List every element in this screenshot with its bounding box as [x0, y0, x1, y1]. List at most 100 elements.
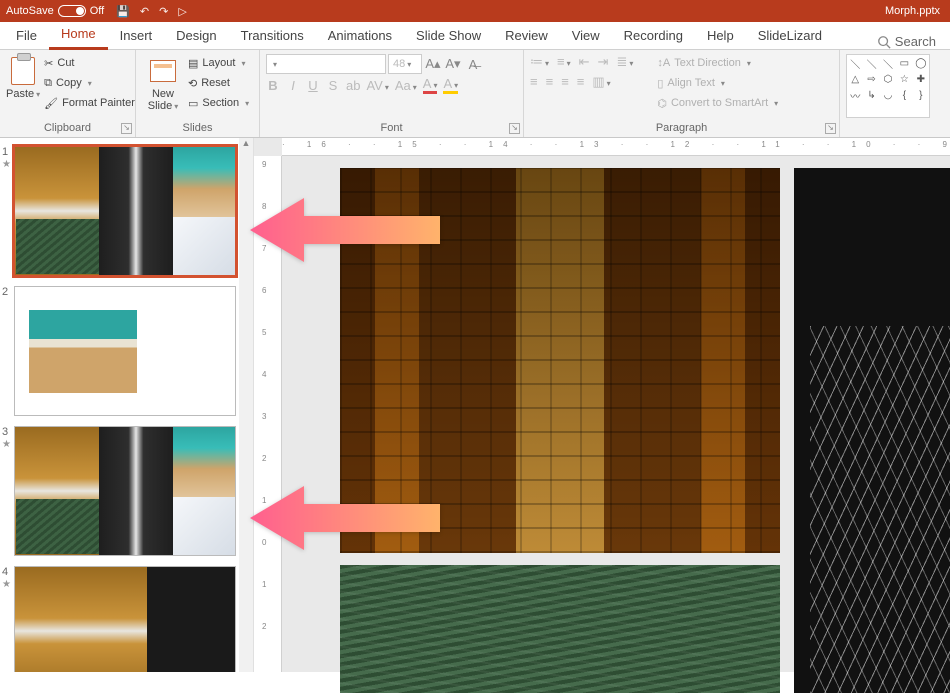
align-right-button[interactable]: ≡ [561, 74, 569, 90]
tab-animations[interactable]: Animations [316, 24, 404, 49]
strikethrough-button[interactable]: S [326, 78, 340, 93]
char-spacing-button[interactable]: AV [366, 78, 388, 93]
thumbnail-number: 1 [2, 146, 8, 158]
change-case-button[interactable]: Aa [395, 78, 417, 93]
layout-icon: ▤ [188, 57, 198, 70]
thumb-image [16, 219, 99, 274]
tab-slidelizard[interactable]: SlideLizard [746, 24, 834, 49]
shape-line2-icon[interactable]: ＼ [867, 56, 877, 71]
paragraph-launcher-icon[interactable]: ↘ [825, 123, 836, 134]
highlight-button[interactable]: A [443, 76, 458, 94]
decrease-indent-button[interactable]: ⇤ [579, 54, 590, 70]
increase-font-icon[interactable]: A▴ [424, 55, 442, 73]
shape-line-icon[interactable]: ＼ [850, 56, 860, 71]
group-paragraph-label: Paragraph [530, 120, 833, 137]
slide-thumbnail-panel[interactable]: ▲ 1 ★ 2 SlideLizard 3 [0, 138, 254, 672]
shape-brace2-icon[interactable]: } [919, 90, 922, 101]
slide-image-lines[interactable] [794, 168, 950, 693]
search-box[interactable]: Search [877, 34, 946, 49]
shape-curve-icon[interactable]: 〰 [850, 88, 860, 103]
vertical-ruler[interactable]: 987654321012 [254, 156, 282, 672]
shape-brace-icon[interactable]: { [903, 90, 906, 101]
start-from-beginning-icon[interactable]: ▷ [178, 5, 186, 18]
underline-button[interactable]: U [306, 78, 320, 93]
shape-plus-icon[interactable]: ✚ [917, 74, 925, 85]
bullets-button[interactable]: ≔ [530, 54, 549, 70]
justify-button[interactable]: ≡ [577, 74, 585, 90]
shape-hex-icon[interactable]: ⬡ [884, 74, 893, 85]
autosave-toggle[interactable]: AutoSave Off [6, 5, 104, 17]
align-center-button[interactable]: ≡ [546, 74, 554, 90]
reset-button[interactable]: ⟲Reset [188, 74, 249, 92]
shape-connector-icon[interactable]: ↳ [867, 90, 875, 101]
redo-icon[interactable]: ↷ [159, 5, 168, 18]
tab-transitions[interactable]: Transitions [229, 24, 316, 49]
tab-slideshow[interactable]: Slide Show [404, 24, 493, 49]
horizontal-ruler[interactable]: · 16 · · 15 · · 14 · · 13 · · 12 · · 11 … [282, 138, 950, 156]
font-launcher-icon[interactable]: ↘ [509, 123, 520, 134]
text-direction-button[interactable]: ↕AText Direction [657, 54, 778, 72]
undo-icon[interactable]: ↶ [140, 5, 149, 18]
ruler-tick: 1 [262, 496, 266, 505]
slide-image-building[interactable] [340, 168, 780, 553]
slide-edit-area[interactable]: · 16 · · 15 · · 14 · · 13 · · 12 · · 11 … [254, 138, 950, 672]
thumbnail-slide-3[interactable]: 3 ★ [14, 426, 247, 556]
tab-recording[interactable]: Recording [612, 24, 695, 49]
columns-button[interactable]: ▥ [592, 74, 610, 90]
paste-button[interactable]: Paste [6, 54, 40, 100]
line-spacing-button[interactable]: ≣ [616, 54, 633, 70]
cut-button[interactable]: ✂Cut [44, 54, 135, 72]
tab-home[interactable]: Home [49, 22, 108, 50]
font-color-button[interactable]: A [423, 76, 438, 94]
tab-design[interactable]: Design [164, 24, 228, 49]
copy-button[interactable]: ⧉Copy [44, 74, 135, 92]
shadow-button[interactable]: ab [346, 78, 360, 93]
tab-help[interactable]: Help [695, 24, 746, 49]
tab-file[interactable]: File [4, 24, 49, 49]
tab-view[interactable]: View [560, 24, 612, 49]
autosave-state: Off [90, 5, 104, 17]
layout-button[interactable]: ▤Layout [188, 54, 249, 72]
shape-triangle-icon[interactable]: △ [851, 74, 859, 85]
thumbnail-slide-4[interactable]: 4 ★ [14, 566, 247, 672]
shape-rect-icon[interactable]: ▭ [900, 58, 909, 69]
smartart-icon: ⌬ [657, 97, 667, 110]
shapes-gallery[interactable]: ＼ ＼ ＼ ▭ ◯ △ ⇨ ⬡ ☆ ✚ 〰 ↳ ◡ { } [846, 54, 930, 118]
slide-canvas[interactable] [304, 168, 950, 672]
shape-line3-icon[interactable]: ＼ [883, 56, 893, 71]
ruler-tick: 8 [262, 202, 266, 211]
thumb-image [99, 147, 174, 275]
shape-arc-icon[interactable]: ◡ [884, 90, 893, 101]
section-button[interactable]: ▭Section [188, 94, 249, 112]
group-drawing: ＼ ＼ ＼ ▭ ◯ △ ⇨ ⬡ ☆ ✚ 〰 ↳ ◡ { } [840, 50, 950, 137]
align-text-button[interactable]: ▯Align Text [657, 74, 778, 92]
shape-oval-icon[interactable]: ◯ [915, 58, 926, 69]
thumbnail-slide-1[interactable]: 1 ★ [14, 146, 247, 276]
tab-insert[interactable]: Insert [108, 24, 165, 49]
font-size-combo[interactable]: 48 [388, 54, 422, 74]
group-font: 48 A▴ A▾ A̶ B I U S ab AV Aa A A Font ↘ [260, 50, 524, 137]
bold-button[interactable]: B [266, 78, 280, 93]
clipboard-launcher-icon[interactable]: ↘ [121, 123, 132, 134]
convert-smartart-button[interactable]: ⌬Convert to SmartArt [657, 94, 778, 112]
numbering-button[interactable]: ≡ [557, 54, 571, 70]
slide-image-leaf[interactable] [340, 565, 780, 693]
font-name-combo[interactable] [266, 54, 386, 74]
tab-review[interactable]: Review [493, 24, 560, 49]
autosave-switch[interactable] [58, 5, 86, 17]
decrease-font-icon[interactable]: A▾ [444, 55, 462, 73]
save-icon[interactable]: 💾 [116, 5, 130, 18]
italic-button[interactable]: I [286, 78, 300, 93]
new-slide-button[interactable]: New Slide [142, 54, 184, 112]
shape-arrowr-icon[interactable]: ⇨ [867, 74, 875, 85]
title-bar: AutoSave Off 💾 ↶ ↷ ▷ Morph.pptx [0, 0, 950, 22]
thumbnail-slide-2[interactable]: 2 SlideLizard [14, 286, 247, 416]
align-left-button[interactable]: ≡ [530, 74, 538, 90]
thumb-image [173, 427, 235, 497]
clear-formatting-icon[interactable]: A̶ [464, 55, 482, 73]
group-slides-label: Slides [142, 120, 253, 137]
group-clipboard-label: Clipboard [6, 120, 129, 137]
shape-star-icon[interactable]: ☆ [900, 74, 909, 85]
format-painter-button[interactable]: 🖌Format Painter [44, 94, 135, 112]
increase-indent-button[interactable]: ⇥ [598, 54, 609, 70]
